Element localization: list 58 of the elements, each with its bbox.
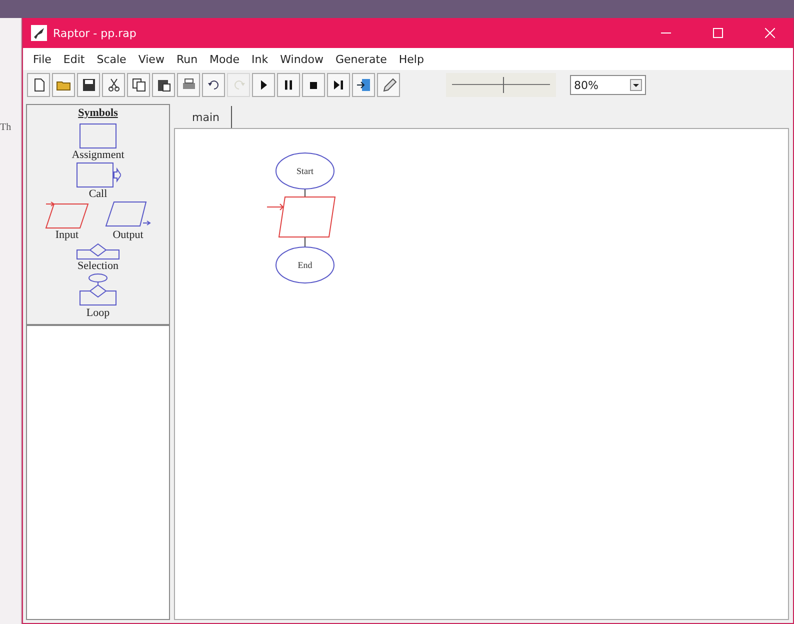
menu-item[interactable]: Generate <box>330 52 393 66</box>
copy-icon <box>130 77 146 93</box>
toolbar-button[interactable] <box>302 73 325 97</box>
maximize-icon <box>713 28 723 38</box>
toolbar-button[interactable] <box>252 73 275 97</box>
menu-item[interactable]: Edit <box>57 52 91 66</box>
close-icon <box>765 28 775 38</box>
toolbar-button[interactable] <box>152 73 175 97</box>
symbol-label: Input <box>55 229 79 242</box>
symbol-label: Loop <box>86 307 110 320</box>
play-icon <box>260 80 266 90</box>
symbol-label: Output <box>112 229 144 242</box>
dropdown-caret-icon <box>630 79 642 91</box>
menu-item[interactable]: File <box>27 52 58 66</box>
menu-item[interactable]: Help <box>392 52 430 66</box>
symbol-label: Call <box>88 188 108 201</box>
save-icon <box>80 77 96 93</box>
toolbar-button[interactable] <box>77 73 100 97</box>
input-parallelogram <box>266 196 336 238</box>
call-symbol-icon[interactable] <box>75 162 121 188</box>
toolbar-button[interactable] <box>327 73 350 97</box>
paste-icon <box>156 77 172 93</box>
menu-item[interactable]: Run <box>170 52 204 66</box>
assignment-symbol-icon[interactable] <box>78 123 118 149</box>
toolbar-button[interactable] <box>102 73 125 97</box>
toolbar-button[interactable] <box>202 73 225 97</box>
end-oval: End <box>276 246 334 284</box>
output-symbol-icon[interactable] <box>104 201 152 229</box>
toolbar-button[interactable] <box>177 73 200 97</box>
menu-item[interactable]: Ink <box>246 52 274 66</box>
input-symbol-icon[interactable] <box>44 201 90 229</box>
start-oval: Start <box>276 152 334 190</box>
menu-item[interactable]: View <box>132 52 170 66</box>
zoom-dropdown[interactable]: 80% <box>570 75 646 95</box>
window-title: Raptor - pp.rap <box>53 26 138 40</box>
minimize-icon <box>661 32 671 34</box>
test-run-icon <box>356 77 372 93</box>
connector-line <box>304 188 306 248</box>
toolbar-button[interactable] <box>377 73 400 97</box>
symbol-label: Assignment <box>72 149 124 162</box>
menu-item[interactable]: Scale <box>90 52 132 66</box>
step-icon <box>334 80 343 90</box>
toolbar-button[interactable] <box>352 73 375 97</box>
panel-title: Symbols <box>78 107 118 119</box>
scissors-icon <box>106 77 122 93</box>
toolbar-button[interactable] <box>277 73 300 97</box>
symbol-label: Selection <box>78 260 118 273</box>
bird-logo-icon <box>31 25 47 41</box>
pause-icon <box>285 80 292 90</box>
speed-slider[interactable] <box>446 73 556 97</box>
menu-item[interactable]: Mode <box>204 52 246 66</box>
toolbar-button[interactable] <box>27 73 50 97</box>
background-window-text: Th <box>0 122 12 133</box>
selection-symbol-icon[interactable] <box>75 242 121 260</box>
pencil-icon <box>380 77 396 93</box>
toolbar-button[interactable] <box>127 73 150 97</box>
stop-icon <box>310 82 317 88</box>
menu-item[interactable]: Window <box>274 52 330 66</box>
